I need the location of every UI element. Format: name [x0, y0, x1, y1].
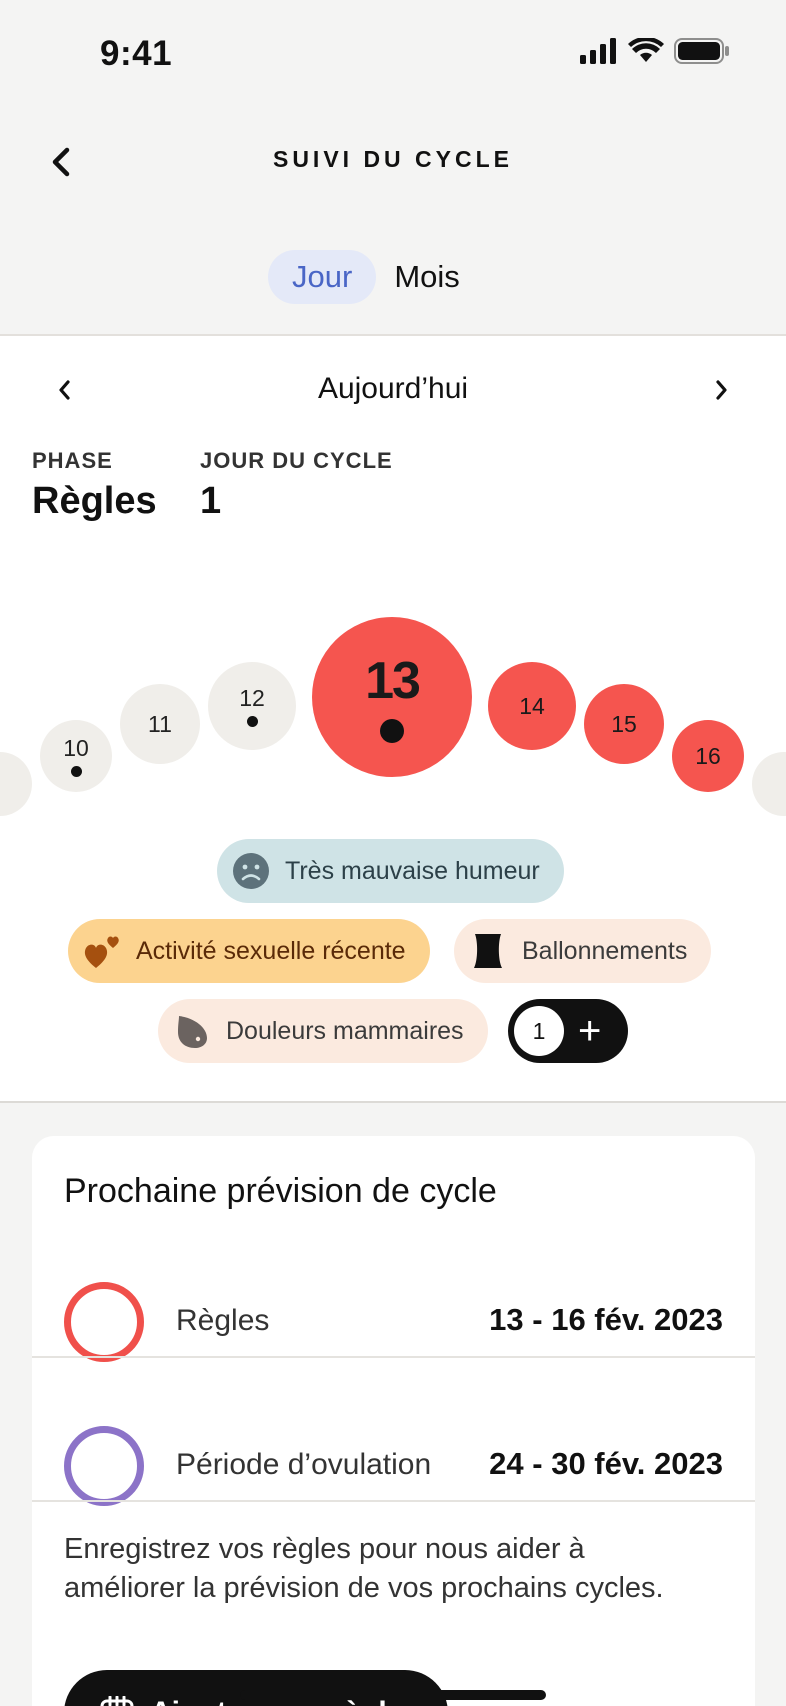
- day-number: 10: [63, 735, 89, 761]
- period-ring-icon: [64, 1282, 144, 1362]
- day-number: 13: [365, 652, 421, 710]
- prediction-dates: 13 - 16 fév. 2023: [489, 1302, 723, 1337]
- tab-mois[interactable]: Mois: [384, 250, 483, 304]
- day-number: 14: [519, 692, 545, 719]
- prediction-row-ovulation: Période d’ovulation 24 - 30 fév. 2023: [32, 1392, 755, 1536]
- cycle-prediction-card: Prochaine prévision de cycle Règles 13 -…: [32, 1136, 755, 1706]
- day-bubble[interactable]: 14: [488, 662, 576, 750]
- log-period-button[interactable]: Ajouter mes règles: [64, 1670, 448, 1706]
- day-bubble[interactable]: 11: [120, 684, 200, 764]
- prediction-row-period: Règles 13 - 16 fév. 2023: [32, 1248, 755, 1392]
- breast-icon: [170, 1009, 214, 1053]
- day-bubble[interactable]: 12: [208, 662, 296, 750]
- symptom-label: Douleurs mammaires: [226, 1016, 464, 1045]
- logged-dot: [70, 766, 82, 777]
- prediction-name: Période d’ovulation: [176, 1448, 432, 1481]
- day-navigation: Aujourd’hui: [0, 364, 786, 414]
- phase-value: Règles: [32, 480, 157, 522]
- day-number: 12: [239, 685, 265, 711]
- card-title: Prochaine prévision de cycle: [64, 1172, 497, 1210]
- day-bubble-selected[interactable]: 13: [312, 617, 472, 777]
- wifi-icon: [628, 36, 664, 69]
- symptom-chip-bloating[interactable]: Ballonnements: [454, 919, 712, 983]
- current-day-label: Aujourd’hui: [317, 372, 469, 405]
- phase-stat: PHASE Règles: [32, 448, 157, 523]
- next-day-button[interactable]: [702, 370, 742, 410]
- cycle-day-label: JOUR DU CYCLE: [200, 448, 393, 473]
- ovulation-ring-icon: [64, 1426, 144, 1506]
- page-title: SUIVI DU CYCLE: [272, 146, 514, 172]
- battery-icon: [674, 38, 730, 69]
- day-number: 16: [695, 742, 721, 769]
- row-divider: [32, 1356, 755, 1358]
- chevron-right-icon: [716, 380, 727, 400]
- cycle-day-stat: JOUR DU CYCLE 1: [200, 448, 393, 523]
- add-symptom-button[interactable]: 1 +: [508, 999, 628, 1063]
- day-bubble[interactable]: 15: [584, 684, 664, 764]
- logged-dot: [246, 716, 258, 727]
- row-divider: [32, 1500, 755, 1502]
- view-toggle: Jour Mois: [268, 250, 484, 304]
- cellular-signal-icon: [580, 38, 618, 69]
- day-bubble-partial[interactable]: [0, 752, 32, 816]
- status-icons: [580, 36, 730, 69]
- extra-symptom-count: 1: [514, 1006, 564, 1056]
- card-note: Enregistrez vos règles pour nous aider à…: [64, 1533, 664, 1604]
- phase-label: PHASE: [32, 448, 113, 473]
- tab-jour[interactable]: Jour: [268, 250, 377, 304]
- home-indicator: [240, 1690, 546, 1700]
- symptom-label: Activité sexuelle récente: [136, 936, 406, 965]
- prediction-dates: 24 - 30 fév. 2023: [489, 1446, 723, 1481]
- day-bubble-partial[interactable]: [752, 752, 786, 816]
- symptom-label: Très mauvaise humeur: [285, 856, 540, 885]
- calendar-icon: [100, 1696, 134, 1706]
- day-number: 11: [148, 710, 172, 737]
- divider: [0, 1101, 786, 1103]
- logged-dot: [380, 719, 404, 743]
- hearts-icon: [80, 929, 124, 973]
- plus-icon: +: [578, 1009, 602, 1053]
- status-time: 9:41: [100, 34, 173, 73]
- day-bubble[interactable]: 16: [672, 720, 744, 792]
- symptom-label: Ballonnements: [522, 936, 688, 965]
- day-number: 15: [611, 710, 637, 737]
- status-bar: 9:41: [0, 0, 786, 110]
- symptom-chip-mood[interactable]: Très mauvaise humeur: [217, 839, 564, 903]
- symptom-chip-sexual-activity[interactable]: Activité sexuelle récente: [68, 919, 430, 983]
- prediction-name: Règles: [176, 1304, 270, 1337]
- day-panel: Aujourd’hui PHASE Règles JOUR DU CYCLE 1…: [0, 336, 786, 1102]
- sad-face-icon: [229, 849, 273, 893]
- bloating-icon: [466, 929, 510, 973]
- day-bubble[interactable]: 10: [40, 720, 112, 792]
- symptom-chip-breast-pain[interactable]: Douleurs mammaires: [158, 999, 488, 1063]
- cycle-day-value: 1: [200, 480, 222, 522]
